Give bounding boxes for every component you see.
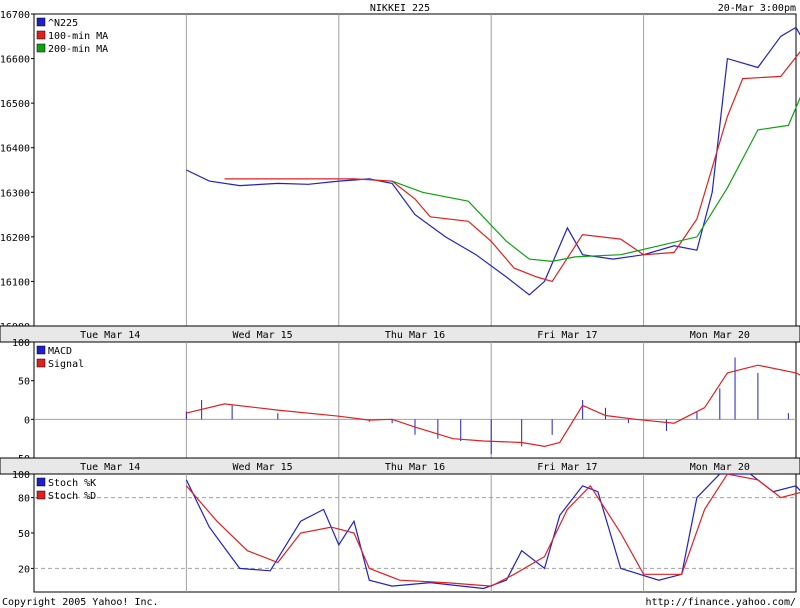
y-tick-label: 16200 (0, 233, 30, 244)
y-tick-label: 16100 (0, 277, 30, 288)
panel-stochastic: Tue Mar 14 Wed Mar 15 Thu Mar 16 Fri Mar 17… (0, 457, 800, 593)
y-tick-label: 16700 (0, 10, 30, 21)
day-label: Wed Mar 15 (232, 330, 292, 341)
y-tick-label: 100 (12, 470, 30, 481)
nikkei-chart: NIKKEI 225 20-Mar 3:00pm 160001610016200… (0, 3, 800, 608)
legend-entry: Stoch %K (48, 478, 96, 489)
legend-entry: ^N225 (48, 18, 78, 29)
y-tick-label: 80 (18, 494, 30, 505)
legend-swatch (36, 490, 46, 500)
chart-title: NIKKEI 225 (370, 3, 430, 14)
legend-swatch (36, 358, 46, 368)
y-tick-label: 20 (18, 564, 30, 575)
source-url: http://finance.yahoo.com/ (645, 597, 796, 608)
day-label: Fri Mar 17 (537, 462, 597, 473)
legend-swatch (36, 17, 46, 27)
y-tick-label: 50 (18, 529, 30, 540)
day-label: Wed Mar 15 (232, 462, 292, 473)
day-label: Tue Mar 14 (80, 330, 140, 341)
legend-entry: Signal (48, 359, 84, 370)
y-tick-label: 16500 (0, 99, 30, 110)
y-tick-label: 16600 (0, 55, 30, 66)
panel-macd: Tue Mar 14 Wed Mar 15 Thu Mar 16 Fri Mar 17… (0, 325, 800, 465)
y-tick-label: 16300 (0, 188, 30, 199)
copyright: Copyright 2005 Yahoo! Inc. (2, 597, 159, 608)
plot-area (33, 13, 797, 327)
y-tick-label: 16400 (0, 144, 30, 155)
y-tick-label: 50 (18, 377, 30, 388)
day-label: Thu Mar 16 (385, 462, 445, 473)
legend-entry: 100-min MA (48, 31, 108, 42)
legend-swatch (36, 477, 46, 487)
panels: 1600016100162001630016400165001660016700… (0, 10, 800, 593)
day-label: Mon Mar 20 (690, 462, 750, 473)
day-label: Fri Mar 17 (537, 330, 597, 341)
legend-entry: Stoch %D (48, 491, 96, 502)
day-label: Mon Mar 20 (690, 330, 750, 341)
plot-area (33, 341, 797, 459)
panel-price: 1600016100162001630016400165001660016700… (0, 10, 800, 333)
day-label: Tue Mar 14 (80, 462, 140, 473)
legend-swatch (36, 345, 46, 355)
legend-entry: MACD (48, 346, 72, 357)
day-label: Thu Mar 16 (385, 330, 445, 341)
y-tick-label: 0 (24, 415, 30, 426)
legend-entry: 200-min MA (48, 44, 108, 55)
chart-timestamp: 20-Mar 3:00pm (718, 3, 796, 14)
y-tick-label: 100 (12, 338, 30, 349)
legend-swatch (36, 43, 46, 53)
legend-swatch (36, 30, 46, 40)
